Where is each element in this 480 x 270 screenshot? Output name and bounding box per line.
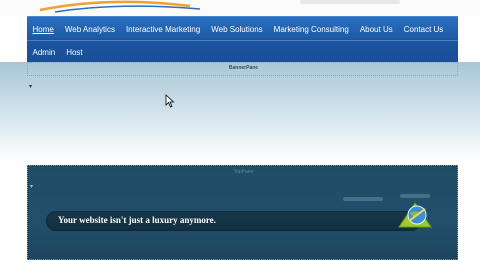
nav-row-primary: Home Web Analytics Interactive Marketing… xyxy=(27,18,449,41)
banner-pane: BannerPane xyxy=(27,62,458,76)
mouse-cursor-icon xyxy=(165,94,175,108)
faded-text-line xyxy=(343,197,383,201)
main-navigation: Home Web Analytics Interactive Marketing… xyxy=(27,16,458,62)
logo-text-blur xyxy=(300,0,400,4)
nav-link-marketing-consulting[interactable]: Marketing Consulting xyxy=(268,25,354,34)
nav-row-secondary: Admin Host xyxy=(27,40,458,63)
globe-arrow-icon[interactable] xyxy=(397,201,433,233)
nav-link-admin[interactable]: Admin xyxy=(27,48,61,57)
logo-strip xyxy=(0,0,480,16)
nav-link-web-analytics[interactable]: Web Analytics xyxy=(59,25,120,34)
top-pane-collapse-icon[interactable]: ▾ xyxy=(30,183,33,190)
faded-text-line xyxy=(400,194,430,198)
nav-link-host[interactable]: Host xyxy=(61,48,88,57)
tagline-text: Your website isn't just a luxury anymore… xyxy=(58,215,216,225)
banner-area: BannerPane ▾ xyxy=(0,62,480,164)
tagline-bar: Your website isn't just a luxury anymore… xyxy=(46,211,421,231)
nav-link-home[interactable]: Home xyxy=(27,25,59,34)
top-pane: TopPane ▾ Your website isn't just a luxu… xyxy=(27,165,458,260)
nav-link-about-us[interactable]: About Us xyxy=(354,25,398,34)
collapse-arrow-icon[interactable]: ▾ xyxy=(29,83,32,90)
nav-link-contact-us[interactable]: Contact Us xyxy=(398,25,449,34)
nav-link-web-solutions[interactable]: Web Solutions xyxy=(206,25,268,34)
nav-link-interactive-marketing[interactable]: Interactive Marketing xyxy=(120,25,205,34)
banner-pane-label: BannerPane xyxy=(228,65,259,71)
top-pane-label: TopPane xyxy=(233,169,254,175)
logo-swoosh-icon xyxy=(39,0,201,13)
